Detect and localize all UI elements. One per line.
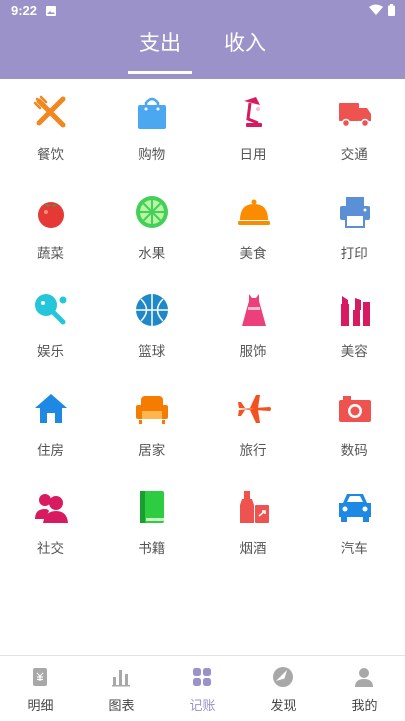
type-tabs: 支出 收入	[0, 28, 405, 78]
category-label: 篮球	[138, 344, 166, 360]
category-basketball[interactable]: 篮球	[101, 276, 202, 374]
category-label: 打印	[340, 245, 368, 262]
person-icon	[355, 668, 373, 687]
category-label: 烟酒	[239, 541, 267, 557]
dress-icon	[241, 294, 266, 326]
category-label: 汽车	[340, 541, 368, 557]
category-food-cloche[interactable]: 美食	[203, 178, 304, 276]
category-label: 购物	[138, 147, 166, 163]
category-truck[interactable]: 交通	[304, 79, 405, 177]
category-armchair[interactable]: 居家	[101, 375, 202, 473]
bar-chart-icon	[112, 670, 130, 687]
active-tab-indicator	[128, 71, 192, 74]
nav-label: 图表	[108, 699, 135, 714]
category-printer[interactable]: 打印	[304, 178, 405, 276]
shopping-bag-icon	[138, 97, 167, 129]
nav-item-person[interactable]: 我的	[324, 656, 405, 721]
food-cloche-icon	[237, 199, 270, 225]
nav-item-bar-chart[interactable]: 图表	[81, 656, 162, 721]
ping-pong-icon	[35, 294, 67, 325]
category-label: 交通	[340, 147, 368, 163]
armchair-icon	[136, 395, 169, 424]
category-house[interactable]: 住房	[0, 375, 101, 473]
category-ping-pong[interactable]: 娱乐	[0, 276, 101, 374]
category-label: 水果	[138, 245, 166, 262]
category-airplane[interactable]: 旅行	[203, 375, 304, 473]
airplane-icon	[237, 394, 271, 423]
category-car[interactable]: 汽车	[304, 473, 405, 571]
category-label: 娱乐	[37, 344, 64, 360]
category-label: 美容	[340, 344, 368, 360]
users-icon	[35, 494, 68, 523]
status-time: 9:22	[11, 3, 38, 18]
category-label: 数码	[340, 442, 368, 459]
tomato-icon	[38, 201, 64, 228]
desk-lamp-icon	[243, 97, 262, 127]
book-icon	[140, 491, 165, 523]
category-desk-lamp[interactable]: 日用	[203, 79, 304, 177]
cosmetics-icon	[340, 296, 370, 326]
category-label: 服饰	[239, 344, 267, 360]
nav-item-grid[interactable]: 记账	[162, 656, 243, 721]
nav-item-compass[interactable]: 发现	[243, 656, 324, 721]
grid-icon	[193, 668, 211, 686]
ledger-icon	[33, 668, 47, 686]
category-label: 蔬菜	[37, 245, 64, 262]
category-label: 书籍	[138, 541, 166, 557]
tab-income-label: 收入	[224, 31, 266, 55]
printer-icon	[339, 196, 370, 228]
category-fork-knife[interactable]: 餐饮	[0, 79, 101, 177]
category-label: 旅行	[239, 442, 267, 459]
category-book[interactable]: 书籍	[101, 473, 202, 571]
category-dress[interactable]: 服饰	[203, 276, 304, 374]
status-indicators	[369, 4, 395, 16]
status-bar: 9:22	[0, 0, 405, 22]
compass-icon	[273, 667, 293, 687]
category-users[interactable]: 社交	[0, 473, 101, 571]
nav-label: 记账	[189, 699, 216, 714]
category-label: 餐饮	[37, 147, 64, 163]
car-icon	[338, 494, 371, 522]
camera-icon	[338, 395, 371, 422]
fork-knife-icon	[33, 95, 66, 128]
category-label: 日用	[239, 147, 267, 163]
image-notification-icon	[46, 6, 56, 16]
category-shopping-bag[interactable]: 购物	[101, 79, 202, 177]
category-label: 社交	[37, 541, 64, 557]
bottom-nav: 明细 图表 记账 发现 我的	[0, 655, 405, 721]
bottle-icon	[239, 491, 269, 523]
category-cosmetics[interactable]: 美容	[304, 276, 405, 374]
lime-icon	[136, 195, 169, 228]
top-header: 9:22 支出 收入	[0, 0, 405, 79]
nav-label: 明细	[27, 699, 54, 714]
nav-label: 我的	[351, 699, 378, 714]
house-icon	[35, 393, 67, 423]
nav-label: 发现	[270, 699, 297, 714]
category-lime[interactable]: 水果	[101, 178, 202, 276]
category-label: 住房	[37, 442, 64, 459]
truck-icon	[338, 103, 371, 128]
category-bottle[interactable]: 烟酒	[203, 473, 304, 571]
category-label: 美食	[239, 245, 267, 262]
tab-expense[interactable]: 支出	[128, 28, 192, 74]
category-label: 居家	[138, 442, 166, 459]
wifi-icon	[369, 4, 383, 15]
nav-item-ledger[interactable]: 明细	[0, 656, 81, 721]
category-tomato[interactable]: 蔬菜	[0, 178, 101, 276]
tab-income[interactable]: 收入	[213, 28, 277, 74]
basketball-icon	[136, 294, 169, 326]
category-camera[interactable]: 数码	[304, 375, 405, 473]
battery-icon	[388, 4, 395, 16]
tab-expense-label: 支出	[139, 31, 181, 55]
